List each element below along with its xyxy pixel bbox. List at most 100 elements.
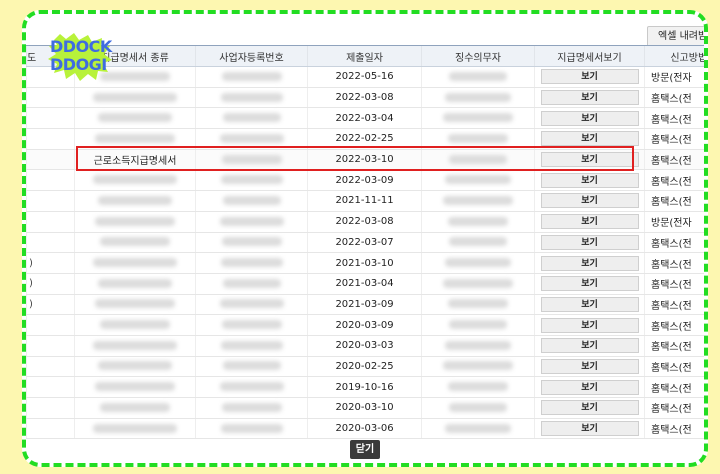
view-cell: 보기 bbox=[534, 314, 645, 336]
view-statement-button[interactable]: 보기 bbox=[540, 317, 639, 333]
submission-date-cell: 2021-03-04 bbox=[307, 273, 422, 295]
view-statement-button[interactable]: 보기 bbox=[540, 110, 639, 126]
statement-kind-redacted bbox=[74, 356, 196, 378]
withholding-agent-redacted bbox=[421, 252, 535, 274]
statement-kind-redacted bbox=[74, 397, 196, 419]
column-header: 징수의무자 bbox=[421, 45, 535, 67]
row-lead-cell bbox=[26, 128, 75, 150]
redacted-text bbox=[219, 299, 284, 309]
view-cell: 보기 bbox=[534, 335, 645, 357]
withholding-agent-redacted bbox=[421, 376, 535, 398]
withholding-agent-redacted bbox=[421, 294, 535, 316]
view-statement-button[interactable]: 보기 bbox=[540, 379, 639, 395]
redacted-text bbox=[443, 361, 513, 371]
redacted-text bbox=[220, 340, 283, 350]
redacted-text bbox=[222, 195, 281, 205]
view-statement-button[interactable]: 보기 bbox=[540, 255, 639, 271]
view-statement-button[interactable]: 보기 bbox=[540, 152, 639, 168]
row-lead-cell bbox=[26, 356, 75, 378]
view-statement-button[interactable]: 보기 bbox=[540, 276, 639, 292]
redacted-text bbox=[93, 340, 177, 350]
view-statement-button[interactable]: 보기 bbox=[540, 172, 639, 188]
view-statement-button[interactable]: 보기 bbox=[540, 296, 639, 312]
view-cell: 보기 bbox=[534, 149, 645, 171]
redacted-text bbox=[220, 175, 283, 185]
redacted-text bbox=[220, 92, 283, 102]
statement-kind-redacted bbox=[74, 273, 196, 295]
redacted-text bbox=[448, 216, 508, 226]
view-statement-button[interactable]: 보기 bbox=[540, 69, 639, 85]
row-lead-cell bbox=[26, 190, 75, 212]
view-statement-button[interactable]: 보기 bbox=[540, 234, 639, 250]
statement-kind-redacted bbox=[74, 190, 196, 212]
statement-kind-redacted bbox=[74, 211, 196, 233]
redacted-text bbox=[449, 320, 507, 330]
row-lead-cell bbox=[26, 376, 75, 398]
redacted-text bbox=[220, 423, 283, 433]
business-number-redacted bbox=[195, 252, 308, 274]
view-statement-button[interactable]: 보기 bbox=[540, 193, 639, 209]
report-method-cell: 홈택스(전 bbox=[644, 107, 704, 130]
statement-kind-redacted bbox=[74, 314, 196, 336]
redacted-text bbox=[100, 320, 170, 330]
redacted-text bbox=[220, 258, 283, 268]
table-header-row: 도 지급명세서 종류 사업자등록번호 제출일자 징수의무자 지급명세서보기 신고방법 bbox=[26, 45, 704, 67]
view-statement-button[interactable]: 보기 bbox=[540, 338, 639, 354]
business-number-redacted bbox=[195, 149, 308, 171]
view-statement-button[interactable]: 보기 bbox=[540, 131, 639, 147]
submission-date-cell: 2022-03-08 bbox=[307, 211, 422, 233]
withholding-agent-redacted bbox=[421, 314, 535, 336]
business-number-redacted bbox=[195, 169, 308, 192]
view-cell: 보기 bbox=[534, 87, 645, 109]
row-lead-cell bbox=[26, 169, 75, 192]
view-statement-button[interactable]: 보기 bbox=[540, 358, 639, 374]
view-statement-button[interactable]: 보기 bbox=[540, 214, 639, 230]
report-method-cell: 홈택스(전 bbox=[644, 149, 704, 171]
statement-table: 도 지급명세서 종류 사업자등록번호 제출일자 징수의무자 지급명세서보기 신고방법 202… bbox=[26, 45, 704, 440]
report-method-cell: 방문(전자 bbox=[644, 211, 704, 233]
view-cell: 보기 bbox=[534, 169, 645, 192]
table-row: 2019-10-16 보기 홈택스(전 bbox=[26, 376, 704, 398]
submission-date-cell: 2020-03-03 bbox=[307, 335, 422, 357]
redacted-text bbox=[448, 133, 508, 143]
report-method-cell: 홈택스(전 bbox=[644, 294, 704, 316]
row-lead-cell bbox=[26, 149, 75, 171]
column-header: 신고방법 bbox=[644, 45, 704, 67]
business-number-redacted bbox=[195, 314, 308, 336]
redacted-text bbox=[98, 113, 172, 123]
submission-date-cell: 2020-02-25 bbox=[307, 356, 422, 378]
business-number-redacted bbox=[195, 273, 308, 295]
business-number-redacted bbox=[195, 335, 308, 357]
redacted-text bbox=[222, 361, 281, 371]
view-statement-button[interactable]: 보기 bbox=[540, 421, 639, 437]
submission-date-cell: 2021-11-11 bbox=[307, 190, 422, 212]
business-number-redacted bbox=[195, 87, 308, 109]
close-button[interactable]: 닫기 bbox=[350, 440, 380, 459]
table-row: 2022-03-08 보기 방문(전자 bbox=[26, 211, 704, 233]
report-method-cell: 홈택스(전 bbox=[644, 190, 704, 212]
table-row: 근로소득지급명세서 2022-03-10 보기 홈택스(전 bbox=[26, 149, 704, 171]
redacted-text bbox=[445, 175, 511, 185]
view-cell: 보기 bbox=[534, 294, 645, 316]
redacted-text bbox=[448, 299, 508, 309]
redacted-text bbox=[221, 154, 282, 164]
view-cell: 보기 bbox=[534, 128, 645, 150]
row-lead-cell bbox=[26, 211, 75, 233]
business-number-redacted bbox=[195, 356, 308, 378]
view-statement-button[interactable]: 보기 bbox=[540, 400, 639, 416]
table-row: ) 2021-03-10 보기 홈택스(전 bbox=[26, 252, 704, 274]
submission-date-cell: 2022-02-25 bbox=[307, 128, 422, 150]
redacted-text bbox=[100, 402, 170, 412]
redacted-text bbox=[219, 133, 284, 143]
statement-kind-cell: 근로소득지급명세서 bbox=[74, 149, 196, 171]
row-lead-cell: ) bbox=[26, 294, 75, 316]
table-row: 2022-03-04 보기 홈택스(전 bbox=[26, 107, 704, 130]
redacted-text bbox=[93, 258, 177, 268]
row-lead-cell: ) bbox=[26, 252, 75, 274]
withholding-agent-redacted bbox=[421, 190, 535, 212]
view-cell: 보기 bbox=[534, 356, 645, 378]
view-statement-button[interactable]: 보기 bbox=[540, 90, 639, 106]
statement-kind-redacted bbox=[74, 376, 196, 398]
table-row: 2020-03-03 보기 홈택스(전 bbox=[26, 335, 704, 357]
table-row: 2022-03-08 보기 홈택스(전 bbox=[26, 87, 704, 109]
